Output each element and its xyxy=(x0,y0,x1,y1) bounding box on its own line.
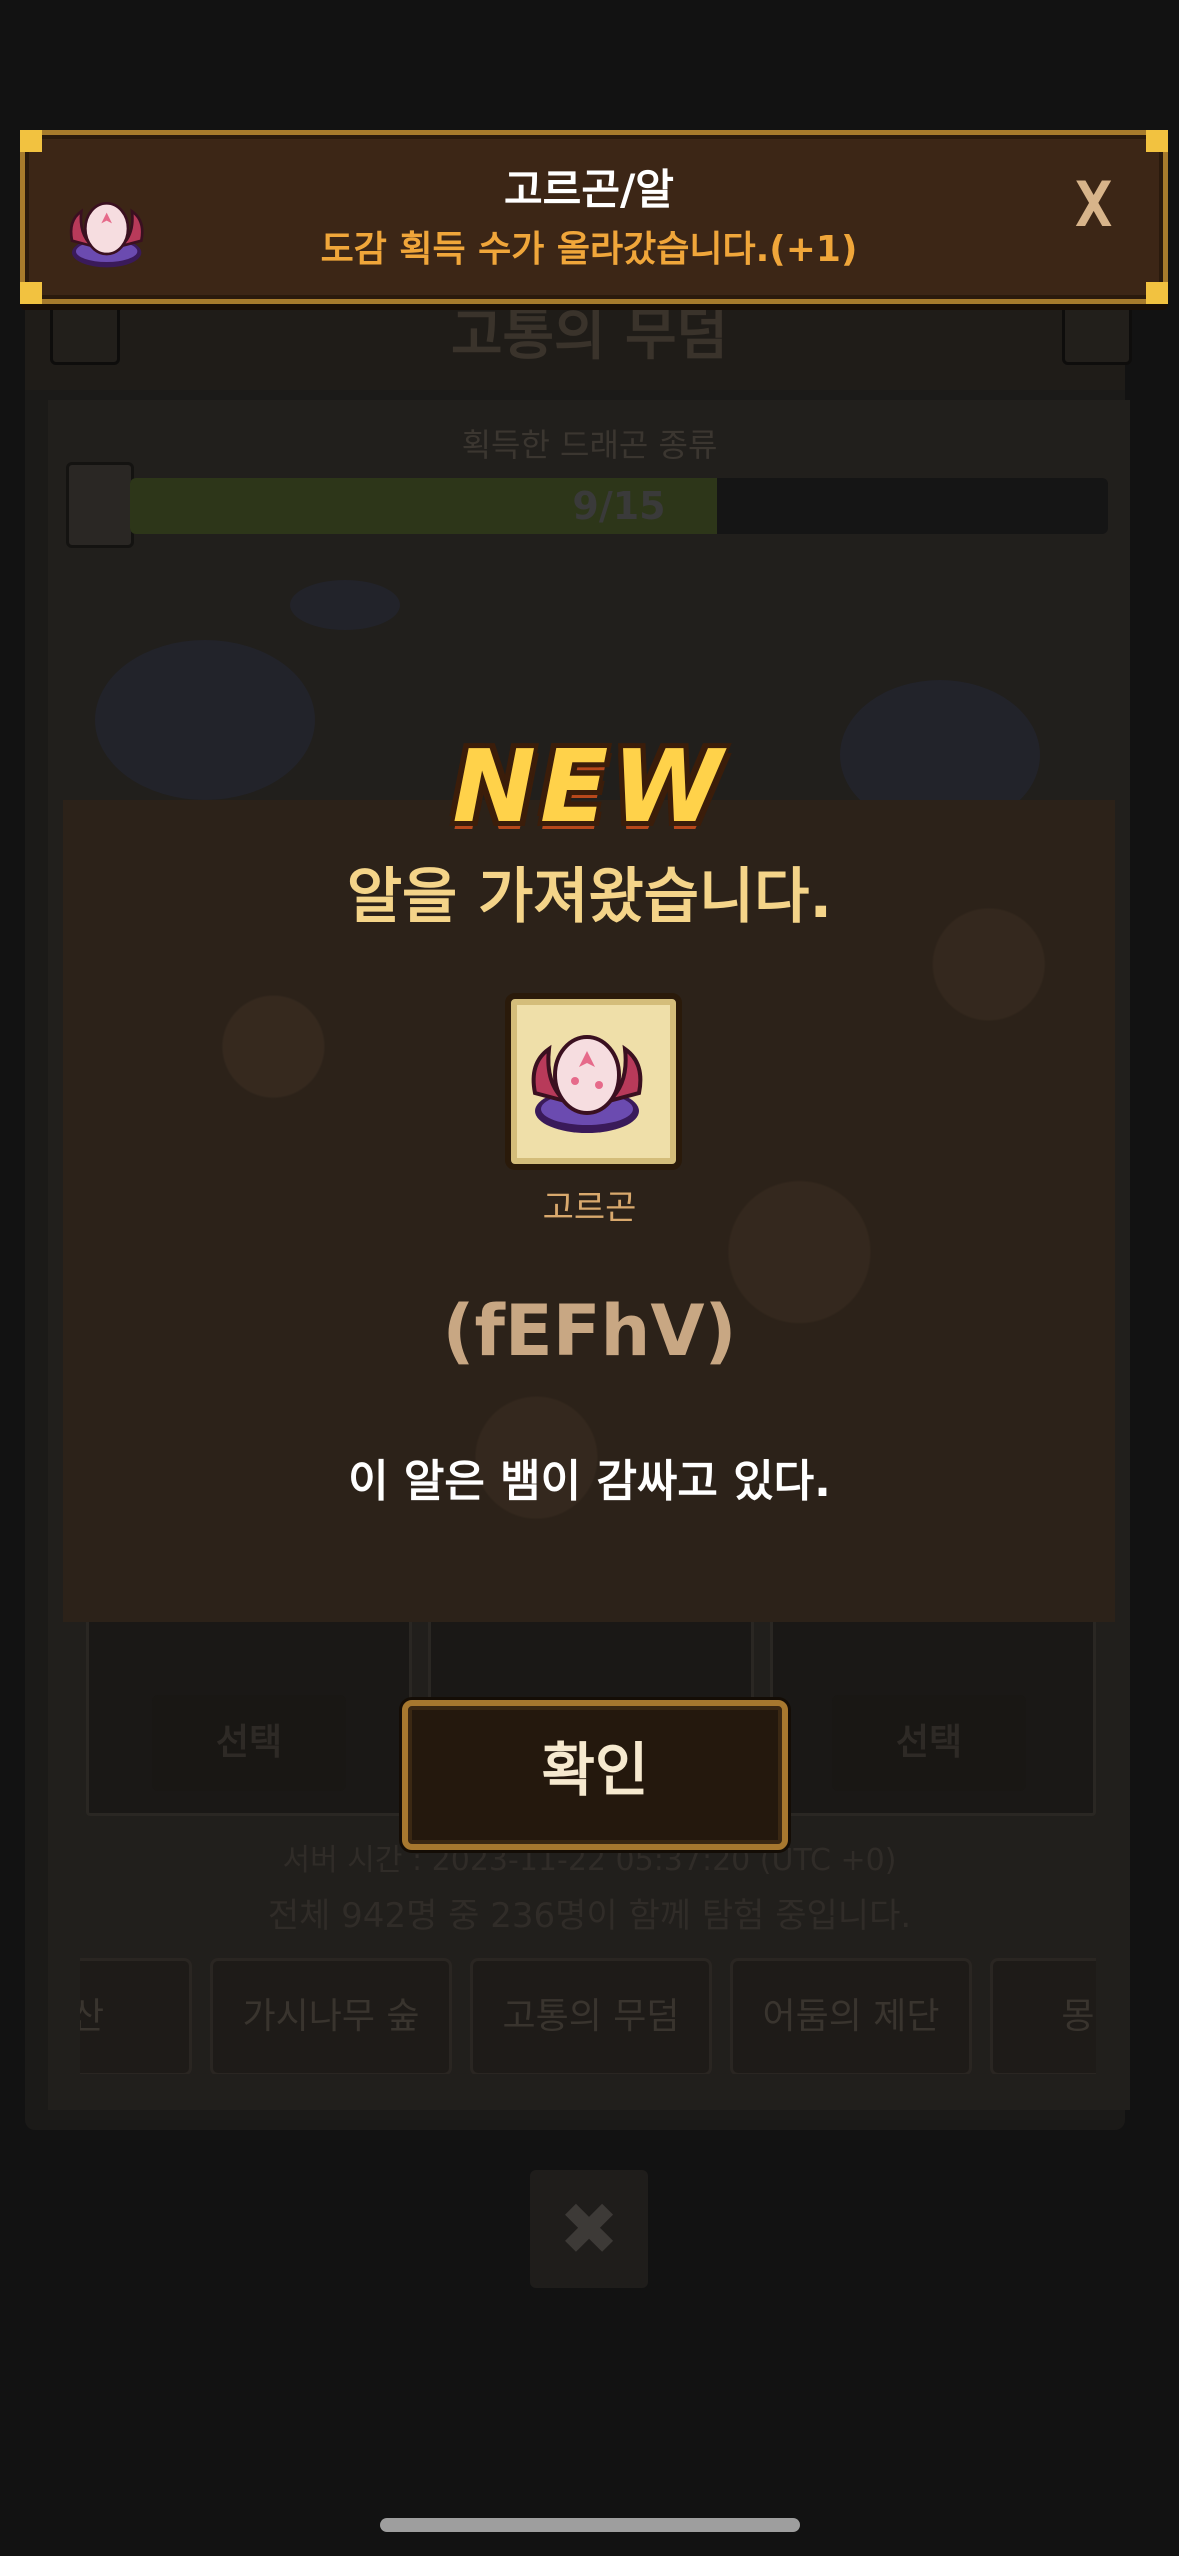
reward-headline: 알을 가져왔습니다. xyxy=(346,862,833,932)
banner-title: 고르곤/알 xyxy=(504,165,674,214)
banner-corner xyxy=(20,130,42,152)
egg-icon xyxy=(531,1035,643,1133)
progress-text: 9/15 xyxy=(572,484,666,528)
item-description: 이 알은 뱀이 감싸고 있다. xyxy=(348,1456,831,1507)
close-button[interactable]: ✖ xyxy=(530,2170,648,2288)
banner-corner xyxy=(20,282,42,304)
item-code: (fEFhV) xyxy=(442,1290,737,1372)
select-button[interactable]: 선택 xyxy=(832,1695,1026,1791)
banner-corner xyxy=(1146,130,1168,152)
tab-region[interactable]: 고통의 무덤 xyxy=(470,1958,712,2074)
confirm-button[interactable]: 확인 xyxy=(402,1700,788,1850)
home-indicator xyxy=(380,2518,800,2532)
banner-corner xyxy=(1146,282,1168,304)
tab-region[interactable]: 가시나무 숲 xyxy=(210,1958,452,2074)
users-count: 전체 942명 중 236명이 함께 탐험 중입니다. xyxy=(267,1896,912,1936)
region-tabs: 동산 가시나무 숲 고통의 무덤 어둠의 제단 몽환의 xyxy=(80,1958,1096,2074)
new-badge: NEW xyxy=(452,728,727,845)
select-button[interactable]: 선택 xyxy=(152,1695,346,1791)
book-icon xyxy=(66,462,134,548)
tab-region[interactable]: 몽환의 xyxy=(990,1958,1096,2074)
banner-close-button[interactable]: X xyxy=(1075,168,1112,241)
item-frame xyxy=(505,993,682,1170)
banner-subtitle: 도감 획득 수가 올라갔습니다.(+1) xyxy=(320,229,858,270)
tab-region[interactable]: 어둠의 제단 xyxy=(730,1958,972,2074)
progress-label: 획득한 드래곤 종류 xyxy=(461,426,718,464)
tab-region[interactable]: 동산 xyxy=(80,1958,192,2074)
map-cloud xyxy=(290,580,400,630)
item-name: 고르곤 xyxy=(542,1188,637,1228)
